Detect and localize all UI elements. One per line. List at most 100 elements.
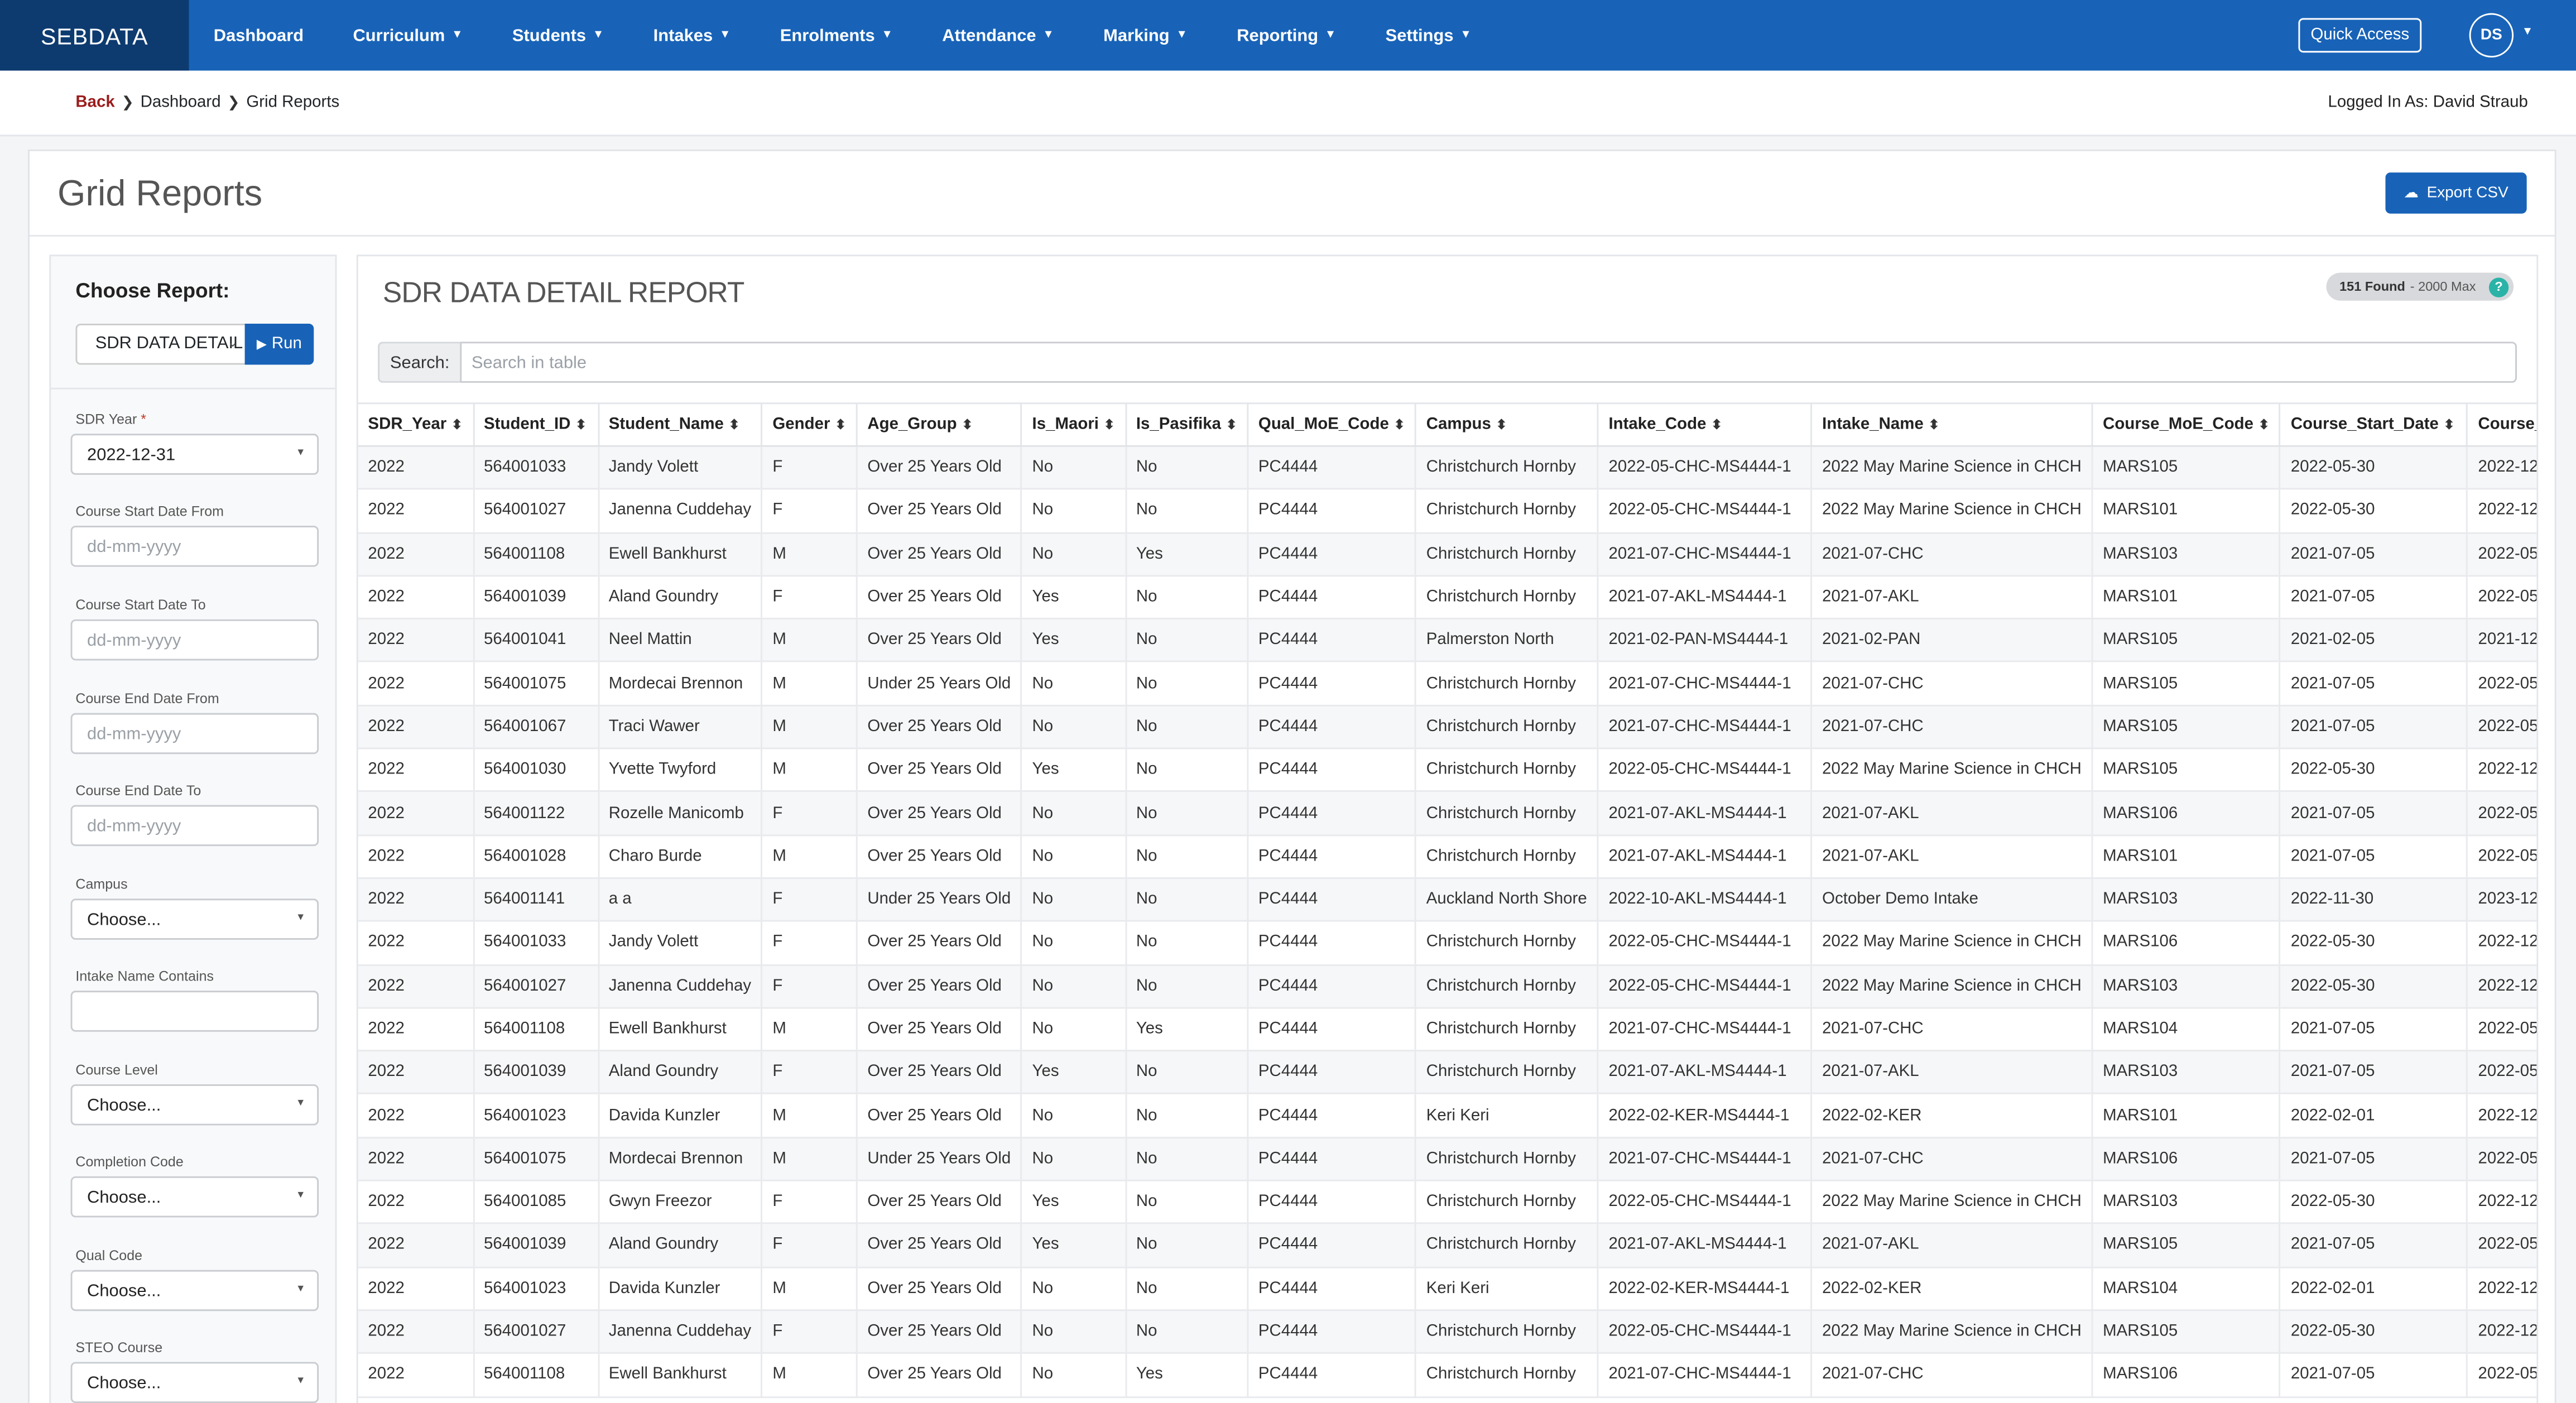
quick-access-button[interactable]: Quick Access — [2298, 18, 2422, 53]
help-icon[interactable]: ? — [2488, 277, 2509, 297]
nav-item-reporting[interactable]: Reporting ▼ — [1212, 0, 1361, 71]
cell-intake-code: 2022-05-CHC-MS4444-1 — [1598, 748, 1813, 793]
table-row[interactable]: 2022 564001075 Mordecai Brennon M Under 25 Y… — [358, 1137, 2537, 1181]
table-row[interactable]: 2022 564001108 Ewell Bankhurst M Over 25 Yea… — [358, 1007, 2537, 1052]
column-header-intake-code[interactable]: Intake_Code ⬍ — [1598, 402, 1813, 447]
table-row[interactable]: 2022 564001033 Jandy Volett F Over 25 Years … — [358, 446, 2537, 491]
cell-qual-moe-code: PC4444 — [1247, 705, 1417, 749]
table-row[interactable]: 2022 564001108 Ewell Bankhurst M Over 25 Yea… — [358, 532, 2537, 576]
search-input[interactable]: Search in table — [460, 342, 2517, 383]
column-header-is-pasifika[interactable]: Is_Pasifika ⬍ — [1125, 402, 1249, 447]
chevron-down-icon[interactable]: ▼ — [2522, 26, 2533, 38]
table-row[interactable]: 2022 564001085 Gwyn Freezor F Over 25 Years … — [358, 1180, 2537, 1225]
column-header-intake-name[interactable]: Intake_Name ⬍ — [1811, 402, 2093, 447]
cell-course-end-date: 2022-05-0 — [2467, 1137, 2537, 1181]
back-link[interactable]: Back — [75, 94, 114, 112]
column-header-sdr-year[interactable]: SDR_Year ⬍ — [358, 402, 474, 447]
column-header-student-name[interactable]: Student_Name ⬍ — [598, 402, 763, 447]
column-header-age-group[interactable]: Age_Group ⬍ — [857, 402, 1022, 447]
nav-item-enrolments[interactable]: Enrolments ▼ — [756, 0, 918, 71]
breadcrumb: Back ❯ Dashboard ❯ Grid Reports — [75, 94, 339, 112]
brand-logo[interactable]: SEBDATA — [0, 0, 189, 71]
report-select[interactable]: SDR DATA DETAIL REPORT ⌄ — [75, 323, 247, 365]
cell-student-id: 564001108 — [473, 1353, 599, 1397]
table-row[interactable]: 2022 564001027 Janenna Cuddehay F Over 25 Ye… — [358, 964, 2537, 1009]
nav-item-intakes[interactable]: Intakes ▼ — [628, 0, 755, 71]
column-header-gender[interactable]: Gender ⬍ — [762, 402, 858, 447]
course-end-date-from-input[interactable]: dd-mm-yyyy — [70, 713, 319, 755]
campus-select[interactable]: Choose... ▼ — [70, 899, 319, 940]
table-row[interactable]: 2022 564001028 Charo Burde M Over 25 Years O… — [358, 834, 2537, 879]
course-end-date-to-input[interactable]: dd-mm-yyyy — [70, 805, 319, 847]
nav-item-attendance[interactable]: Attendance ▼ — [917, 0, 1079, 71]
cell-course-end-date: 2022-12-1 — [2467, 1310, 2537, 1354]
field-value: Choose... — [87, 1096, 161, 1116]
cell-intake-code: 2021-07-CHC-MS4444-1 — [1598, 705, 1813, 749]
table-row[interactable]: 2022 564001075 Mordecai Brennon M Under 25 Y… — [358, 662, 2537, 707]
cell-student-name: a a — [598, 878, 763, 922]
table-row[interactable]: 2022 564001067 Traci Wawer M Over 25 Years O… — [358, 705, 2537, 749]
field-label-campus: Campus — [75, 876, 127, 892]
table-row[interactable]: 2022 564001027 Janenna Cuddehay F Over 25 Ye… — [358, 1310, 2537, 1354]
cell-age-group: Over 25 Years Old — [857, 748, 1022, 793]
cell-intake-name: 2021-07-AKL — [1811, 791, 2093, 836]
cell-gender: M — [762, 662, 858, 707]
column-header-campus[interactable]: Campus ⬍ — [1415, 402, 1599, 447]
course-start-date-to-input[interactable]: dd-mm-yyyy — [70, 619, 319, 661]
course-start-date-from-input[interactable]: dd-mm-yyyy — [70, 526, 319, 567]
cell-course-end-date: 2021-12-0 — [2467, 618, 2537, 663]
course-level-select[interactable]: Choose... ▼ — [70, 1084, 319, 1126]
column-header-is-maori[interactable]: Is_Maori ⬍ — [1021, 402, 1127, 447]
table-row[interactable]: 2022 564001027 Janenna Cuddehay F Over 25 Ye… — [358, 489, 2537, 534]
search-label: Search: — [378, 342, 460, 383]
cell-student-name: Charo Burde — [598, 834, 763, 879]
table-row[interactable]: 2022 564001141 a a F Under 25 Years Old No No P… — [358, 878, 2537, 922]
completion-code-select[interactable]: Choose... ▼ — [70, 1176, 319, 1218]
table-row[interactable]: 2022 564001023 Davida Kunzler M Over 25 Year… — [358, 1094, 2537, 1138]
column-header-student-id[interactable]: Student_ID ⬍ — [473, 402, 599, 447]
cell-gender: F — [762, 1180, 858, 1225]
cell-student-name: Ewell Bankhurst — [598, 532, 763, 576]
max-count: - 2000 Max — [2410, 279, 2476, 294]
intake-name-contains-input[interactable] — [70, 991, 319, 1032]
cell-campus: Christchurch Hornby — [1415, 1051, 1599, 1095]
breadcrumb-dashboard[interactable]: Dashboard — [141, 94, 221, 112]
column-header-course-end-date[interactable]: Course_End_Date⬍ — [2467, 402, 2537, 447]
sdr-year-select[interactable]: 2022-12-31 ▼ — [70, 434, 319, 475]
table-row[interactable]: 2022 564001030 Yvette Twyford M Over 25 Year… — [358, 748, 2537, 793]
cell-course-end-date: 2022-12-1 — [2467, 748, 2537, 793]
cell-campus: Christchurch Hornby — [1415, 1223, 1599, 1268]
steo-course-select[interactable]: Choose... ▼ — [70, 1362, 319, 1403]
cell-course-start-date: 2021-07-05 — [2280, 1051, 2468, 1095]
caret-down-icon: ▼ — [296, 1099, 306, 1109]
column-header-course-start-date[interactable]: Course_Start_Date ⬍ — [2280, 402, 2468, 447]
field-label-text: Course End Date From — [75, 690, 219, 707]
run-button[interactable]: ▶ Run — [244, 323, 314, 365]
table-row[interactable]: 2022 564001023 Davida Kunzler M Over 25 Year… — [358, 1267, 2537, 1311]
cell-student-name: Jandy Volett — [598, 446, 763, 491]
caret-down-icon: ▼ — [451, 29, 463, 41]
cell-campus: Christchurch Hornby — [1415, 834, 1599, 879]
table-row[interactable]: 2022 564001033 Jandy Volett F Over 25 Years … — [358, 921, 2537, 965]
table-row[interactable]: 2022 564001108 Ewell Bankhurst M Over 25 Yea… — [358, 1353, 2537, 1397]
user-avatar[interactable]: DS — [2469, 13, 2514, 58]
table-row[interactable]: 2022 564001039 Aland Goundry F Over 25 Years… — [358, 1051, 2537, 1095]
cell-is-pasifika: No — [1125, 618, 1249, 663]
nav-item-settings[interactable]: Settings ▼ — [1361, 0, 1496, 71]
nav-item-curriculum[interactable]: Curriculum ▼ — [328, 0, 487, 71]
nav-item-dashboard[interactable]: Dashboard — [189, 0, 329, 71]
column-header-label: Student_ID — [484, 415, 571, 434]
column-header-qual-moe-code[interactable]: Qual_MoE_Code ⬍ — [1247, 402, 1417, 447]
table-row[interactable]: 2022 564001041 Neel Mattin M Over 25 Years O… — [358, 618, 2537, 663]
field-label-text: SDR Year — [75, 410, 137, 427]
table-row[interactable]: 2022 564001039 Aland Goundry F Over 25 Years… — [358, 1223, 2537, 1268]
nav-item-marking[interactable]: Marking ▼ — [1079, 0, 1212, 71]
column-header-course-moe-code[interactable]: Course_MoE_Code ⬍ — [2092, 402, 2281, 447]
table-row[interactable]: 2022 564001039 Aland Goundry F Over 25 Years… — [358, 575, 2537, 620]
nav-item-students[interactable]: Students ▼ — [488, 0, 629, 71]
cell-is-maori: No — [1021, 1137, 1127, 1181]
export-csv-button[interactable]: ☁ Export CSV — [2385, 172, 2527, 214]
table-row[interactable]: 2022 564001122 Rozelle Manicomb F Over 25 Ye… — [358, 791, 2537, 836]
qual-code-select[interactable]: Choose... ▼ — [70, 1270, 319, 1311]
caret-down-icon: ▼ — [296, 1285, 306, 1295]
